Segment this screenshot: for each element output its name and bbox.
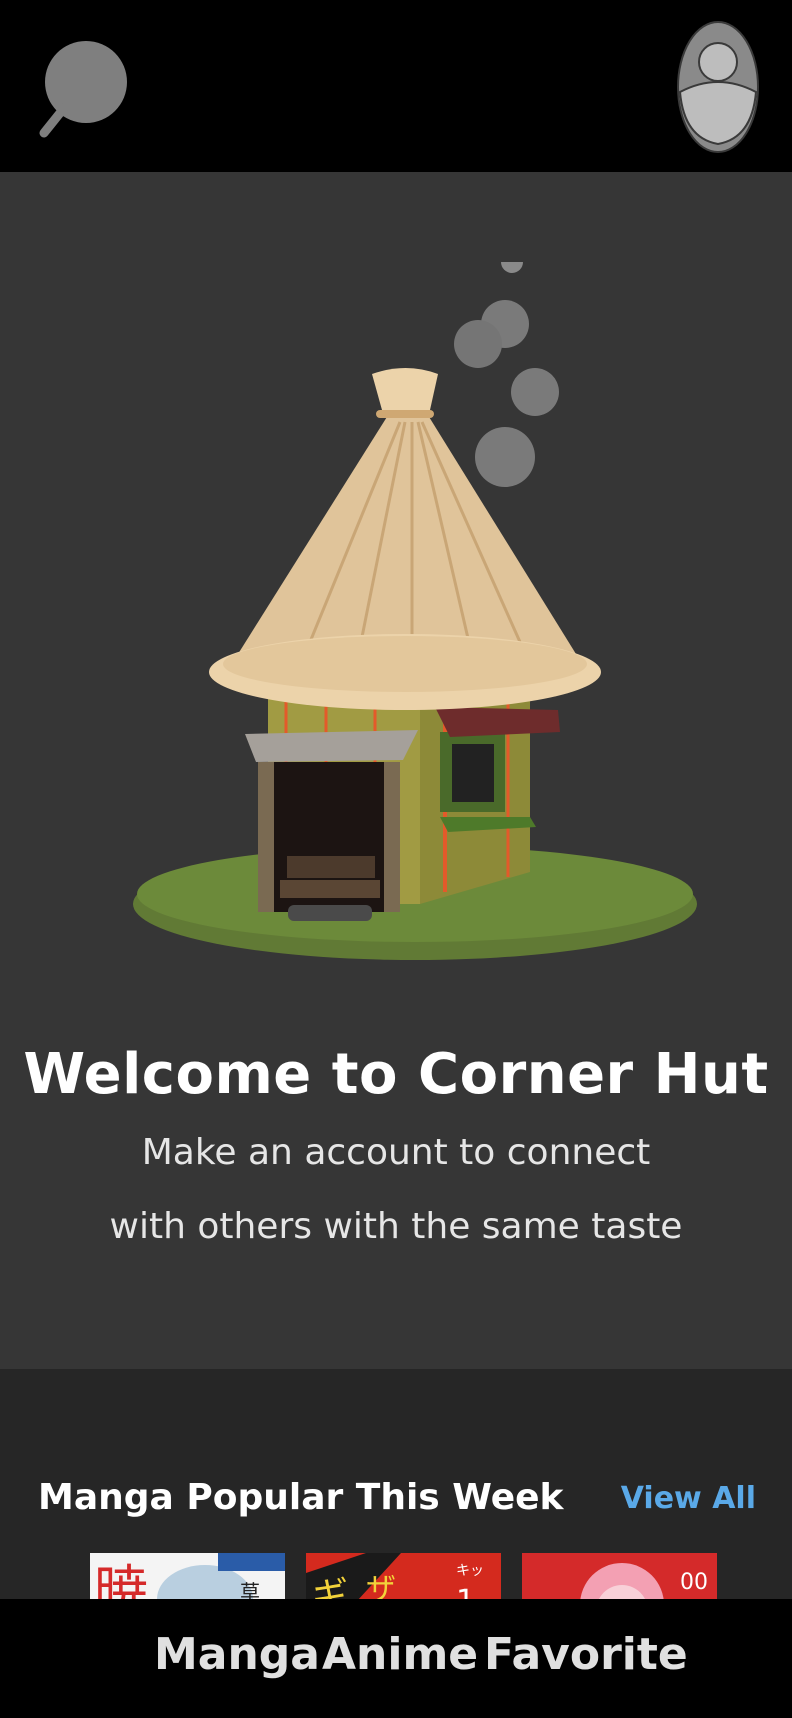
hut-illustration (100, 251, 700, 962)
section-title: Manga Popular This Week (38, 1477, 564, 1518)
manga-cover-1[interactable]: 暁 草 (90, 1553, 285, 1599)
search-icon[interactable] (36, 40, 136, 150)
svg-text:1: 1 (456, 1584, 475, 1599)
svg-text:00: 00 (680, 1570, 708, 1595)
welcome-subtitle-line2: with others with the same taste (109, 1206, 683, 1247)
welcome-subtitle-line1: Make an account to connect (141, 1132, 651, 1173)
svg-text:ギ: ギ (312, 1575, 348, 1599)
svg-text:ザ: ザ (366, 1572, 396, 1599)
profile-icon[interactable] (676, 20, 760, 154)
popular-manga-section: Manga Popular This Week View All 暁 草 ギ ザ… (0, 1369, 792, 1599)
nav-manga[interactable]: Manga (154, 1629, 320, 1680)
top-bar (0, 0, 792, 172)
manga-cover-3[interactable]: 00 (522, 1553, 717, 1599)
svg-text:キッ: キッ (456, 1563, 484, 1579)
svg-text:暁: 暁 (94, 1559, 148, 1599)
svg-text:草: 草 (240, 1580, 260, 1599)
welcome-hero: Welcome to Corner Hut Make an account to… (0, 172, 792, 1369)
manga-cover-row: 暁 草 ギ ザ キッ 1 00 (90, 1553, 730, 1599)
nav-favorite[interactable]: Favorite (484, 1629, 688, 1680)
welcome-title: Welcome to Corner Hut (23, 1042, 769, 1107)
manga-cover-2[interactable]: ギ ザ キッ 1 (306, 1553, 501, 1599)
view-all-link[interactable]: View All (621, 1481, 756, 1516)
bottom-nav: Manga Anime Favorite (0, 1599, 792, 1718)
nav-anime[interactable]: Anime (322, 1629, 478, 1680)
